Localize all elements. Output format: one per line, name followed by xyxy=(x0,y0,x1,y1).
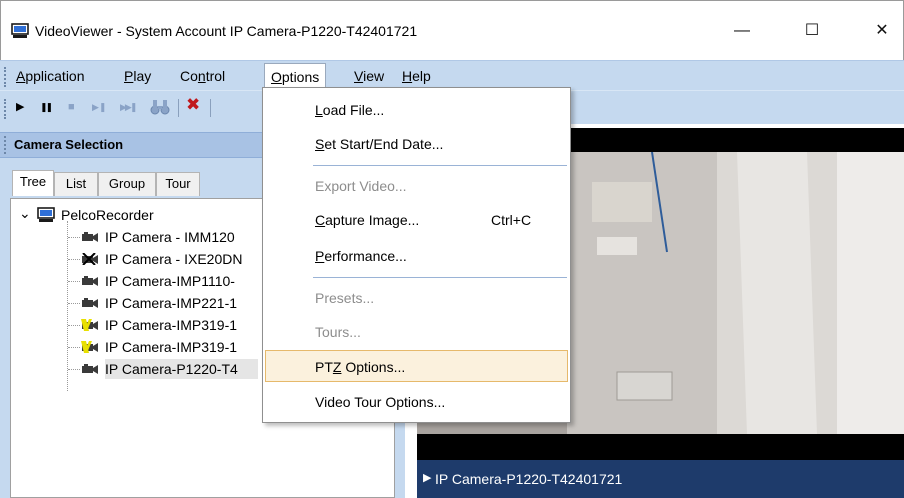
toolbar-separator xyxy=(178,99,179,117)
panel-grip[interactable] xyxy=(4,136,7,154)
window-title: VideoViewer - System Account IP Camera-P… xyxy=(35,23,418,39)
play-icon[interactable]: ▶ xyxy=(16,99,24,115)
menu-item-presets[interactable]: Presets... xyxy=(265,282,568,314)
video-camera-label: IP Camera-P1220-T42401721 xyxy=(435,471,623,487)
menu-bar: Application Play Control Options View He… xyxy=(0,60,904,91)
shortcut-label: Ctrl+C xyxy=(491,212,532,228)
menu-help[interactable]: Help xyxy=(402,68,431,84)
menu-item-export-video[interactable]: Export Video... xyxy=(265,170,568,202)
camera-warning-icon xyxy=(81,319,98,331)
tree-item-label: IP Camera - IMM120 xyxy=(105,229,235,245)
menu-view[interactable]: View xyxy=(354,68,384,84)
tree-connector xyxy=(68,369,80,370)
video-camera-label-bar: ▶ IP Camera-P1220-T42401721 xyxy=(417,460,904,498)
tree-item-label: IP Camera-P1220-T4 xyxy=(105,359,258,379)
title-bar: VideoViewer - System Account IP Camera-P… xyxy=(0,0,904,60)
camera-icon xyxy=(82,298,98,308)
tree-connector xyxy=(68,237,80,238)
tree-root-label: PelcoRecorder xyxy=(61,207,154,223)
tree-connector xyxy=(68,347,80,348)
panel-title: Camera Selection xyxy=(14,137,124,152)
step-pause-icon[interactable]: ▶❚ xyxy=(92,99,106,115)
tree-item-label: IP Camera-IMP319-1 xyxy=(105,339,238,355)
video-bottom-bar xyxy=(417,434,904,460)
menu-item-video-tour-options[interactable]: Video Tour Options... xyxy=(265,386,568,418)
binoculars-icon[interactable] xyxy=(150,97,170,117)
camera-icon xyxy=(82,232,98,242)
close-button[interactable]: ✕ xyxy=(859,15,904,47)
menu-item-performance[interactable]: Performance... xyxy=(265,240,568,272)
tree-connector xyxy=(68,303,80,304)
pause-icon[interactable]: ❚❚ xyxy=(40,99,53,115)
tree-item-label: IP Camera-IMP1110- xyxy=(105,273,235,289)
tree-item-label: IP Camera-IMP221-1 xyxy=(105,295,238,311)
menu-item-ptz-options[interactable]: PTZ Options... xyxy=(265,350,568,382)
menu-item-capture-image[interactable]: Capture Image... Ctrl+C xyxy=(265,204,568,236)
tree-connector xyxy=(68,281,80,282)
camera-warning-icon xyxy=(81,341,98,353)
maximize-button[interactable]: ☐ xyxy=(789,15,835,47)
options-dropdown-menu: Load File... Set Start/End Date... Expor… xyxy=(262,87,571,423)
tab-tour[interactable]: Tour xyxy=(156,172,200,196)
stop-icon[interactable]: ■ xyxy=(68,99,75,115)
tab-tree[interactable]: Tree xyxy=(12,170,54,196)
menu-control[interactable]: Control xyxy=(180,68,225,84)
toolbar-separator xyxy=(210,99,211,117)
menu-play[interactable]: Play xyxy=(124,68,151,84)
tree-connector xyxy=(68,325,80,326)
menu-application[interactable]: Application xyxy=(16,68,85,84)
tab-list[interactable]: List xyxy=(54,172,98,196)
delete-icon[interactable]: ✖ xyxy=(186,96,200,113)
camera-icon xyxy=(82,364,98,374)
menu-item-load-file[interactable]: Load File... xyxy=(265,94,568,126)
tree-item-label: IP Camera - IXE20DN xyxy=(105,251,243,267)
app-monitor-icon xyxy=(11,23,29,38)
recorder-icon xyxy=(37,207,55,222)
expand-arrow-icon[interactable]: ▶ xyxy=(423,471,431,484)
minimize-button[interactable]: — xyxy=(719,15,765,47)
menu-separator xyxy=(313,165,567,166)
camera-icon xyxy=(82,276,98,286)
tab-group[interactable]: Group xyxy=(98,172,156,196)
menu-item-set-start-end-date[interactable]: Set Start/End Date... xyxy=(265,128,568,160)
camera-offline-icon xyxy=(82,253,98,265)
tree-item-label: IP Camera-IMP319-1 xyxy=(105,317,238,333)
menu-separator xyxy=(313,277,567,278)
menu-item-tours[interactable]: Tours... xyxy=(265,316,568,348)
menubar-grip[interactable] xyxy=(4,67,7,87)
chevron-down-icon[interactable]: ⌄ xyxy=(19,203,31,223)
fast-forward-icon[interactable]: ▶▶❚ xyxy=(120,99,137,115)
tree-connector xyxy=(68,259,80,260)
toolbar-grip[interactable] xyxy=(4,99,7,119)
